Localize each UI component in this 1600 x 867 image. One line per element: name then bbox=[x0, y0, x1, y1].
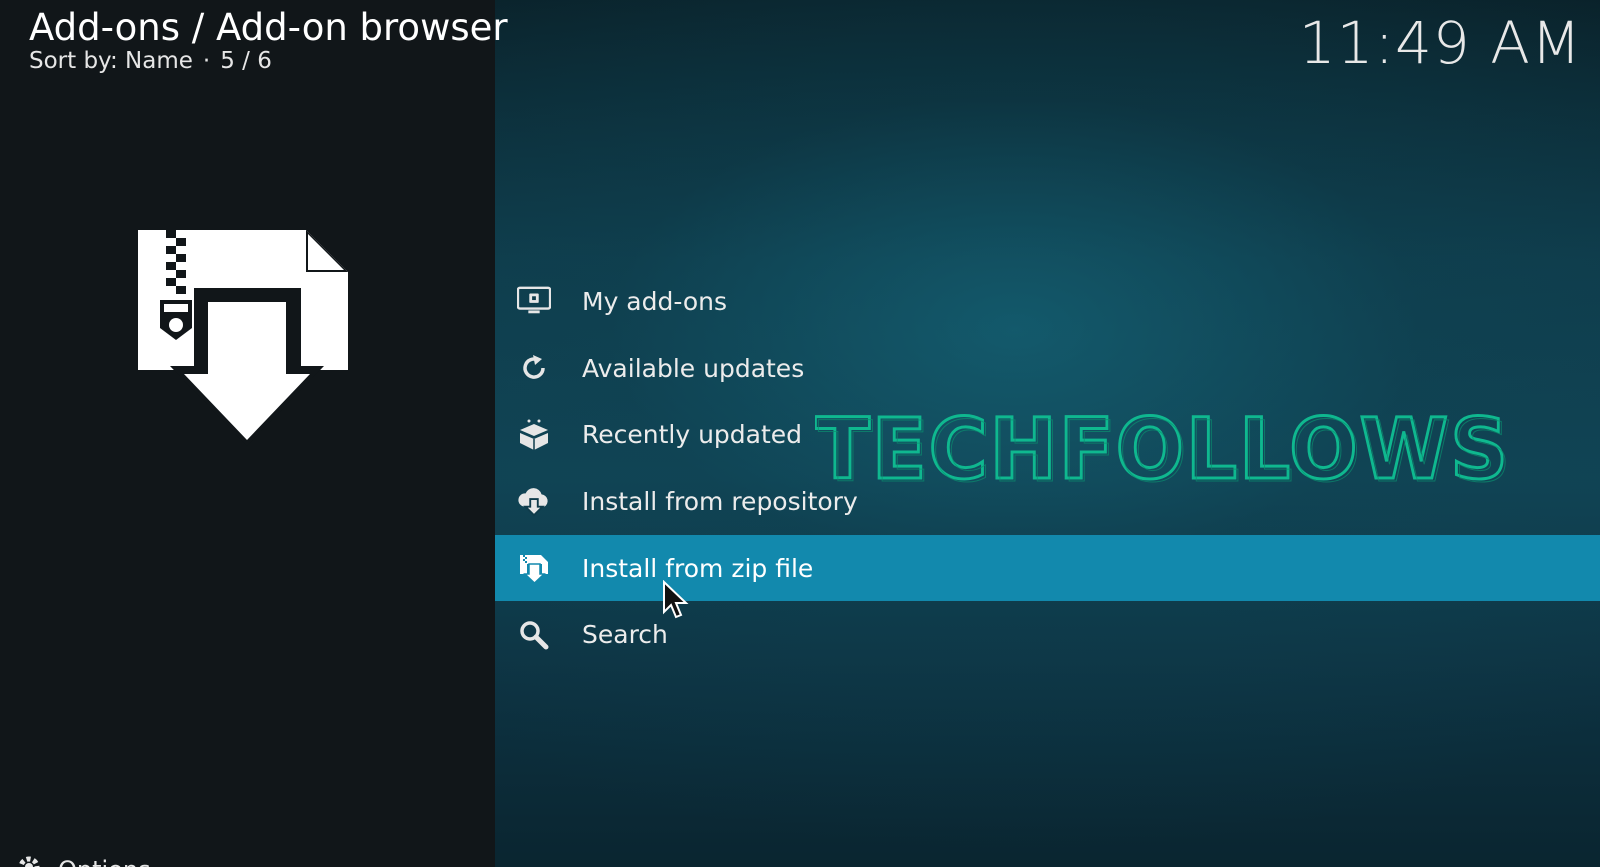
menu-item-install-from-repository[interactable]: Install from repository bbox=[495, 468, 1600, 535]
options-button[interactable]: Options bbox=[14, 852, 151, 867]
menu-item-label: My add-ons bbox=[582, 286, 728, 316]
header: Add-ons / Add-on browser Sort by: Name · 5… bbox=[29, 6, 508, 74]
sort-info: Sort by: Name · 5 / 6 bbox=[29, 48, 508, 74]
monitor-addons-icon bbox=[517, 284, 551, 318]
refresh-icon bbox=[517, 351, 551, 385]
menu-item-label: Available updates bbox=[582, 353, 805, 383]
zip-file-download-icon bbox=[136, 228, 356, 448]
cloud-download-icon bbox=[517, 484, 551, 518]
kodi-addon-browser-screen: Add-ons / Add-on browser Sort by: Name · 5… bbox=[0, 0, 1600, 867]
addon-menu: My add-ons Available updates Recently up… bbox=[495, 268, 1600, 668]
menu-item-label: Search bbox=[582, 620, 668, 650]
open-box-icon bbox=[517, 418, 551, 452]
menu-item-label: Install from repository bbox=[582, 486, 858, 516]
menu-item-label: Recently updated bbox=[582, 420, 803, 450]
zip-download-icon bbox=[517, 551, 551, 585]
menu-item-my-addons[interactable]: My add-ons bbox=[495, 268, 1600, 335]
clock: 11:49 AM bbox=[1298, 9, 1582, 77]
menu-item-search[interactable]: Search bbox=[495, 601, 1600, 668]
gear-icon bbox=[14, 852, 44, 867]
menu-item-install-from-zip-file[interactable]: Install from zip file bbox=[495, 534, 1600, 602]
mouse-pointer-icon bbox=[662, 579, 690, 620]
search-icon bbox=[517, 618, 551, 652]
menu-item-label: Install from zip file bbox=[582, 553, 814, 583]
sort-label: Sort by: Name bbox=[29, 48, 193, 74]
sort-separator: · bbox=[202, 48, 211, 74]
options-label: Options bbox=[58, 856, 151, 867]
menu-item-available-updates[interactable]: Available updates bbox=[495, 335, 1600, 402]
item-position: 5 / 6 bbox=[220, 48, 272, 74]
page-title: Add-ons / Add-on browser bbox=[29, 6, 508, 49]
menu-item-recently-updated[interactable]: Recently updated bbox=[495, 401, 1600, 468]
